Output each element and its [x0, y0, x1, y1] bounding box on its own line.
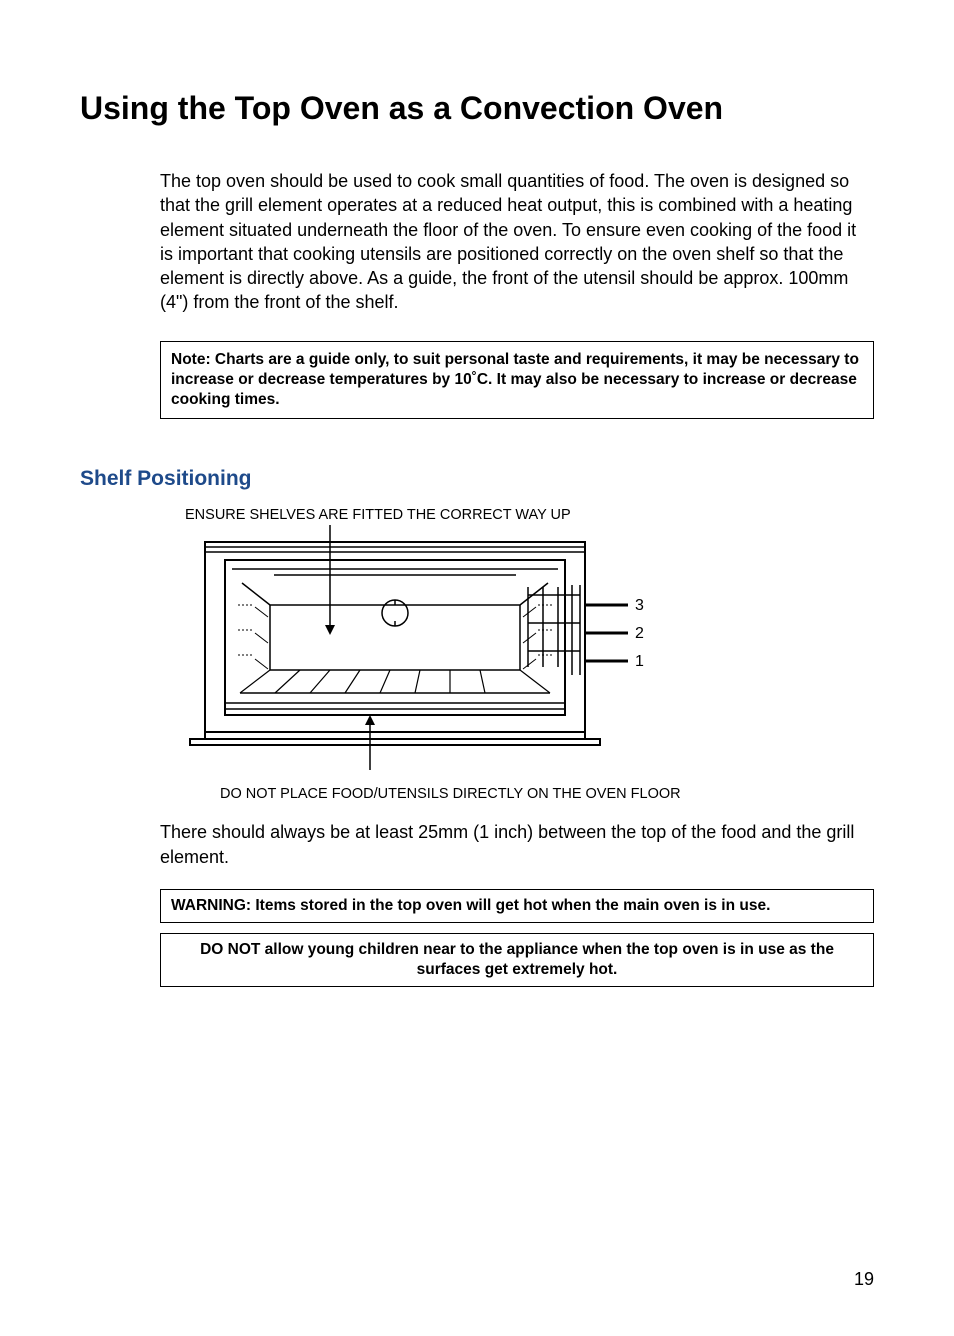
diagram-label-top: ENSURE SHELVES ARE FITTED THE CORRECT WA…	[185, 507, 874, 523]
note-text: Note: Charts are a guide only, to suit p…	[171, 350, 863, 410]
note-box: Note: Charts are a guide only, to suit p…	[160, 341, 874, 419]
diagram-label-bottom: DO NOT PLACE FOOD/UTENSILS DIRECTLY ON T…	[220, 786, 874, 802]
oven-diagram: 3 2 1	[180, 525, 874, 780]
warning-box-1: WARNING: Items stored in the top oven wi…	[160, 889, 874, 923]
clearance-paragraph: There should always be at least 25mm (1 …	[160, 820, 874, 869]
page-title: Using the Top Oven as a Convection Oven	[80, 90, 874, 127]
page-number: 19	[854, 1269, 874, 1290]
shelf-number-3: 3	[635, 597, 644, 614]
warning-text-1: WARNING: Items stored in the top oven wi…	[171, 896, 863, 916]
intro-paragraph: The top oven should be used to cook smal…	[160, 169, 874, 315]
oven-shelf-diagram-icon: 3 2 1	[180, 525, 660, 775]
warning-box-2: DO NOT allow young children near to the …	[160, 933, 874, 987]
shelf-number-1: 1	[635, 653, 644, 670]
warning-text-2: DO NOT allow young children near to the …	[171, 940, 863, 980]
shelf-number-2: 2	[635, 625, 644, 642]
shelf-positioning-heading: Shelf Positioning	[80, 467, 874, 491]
